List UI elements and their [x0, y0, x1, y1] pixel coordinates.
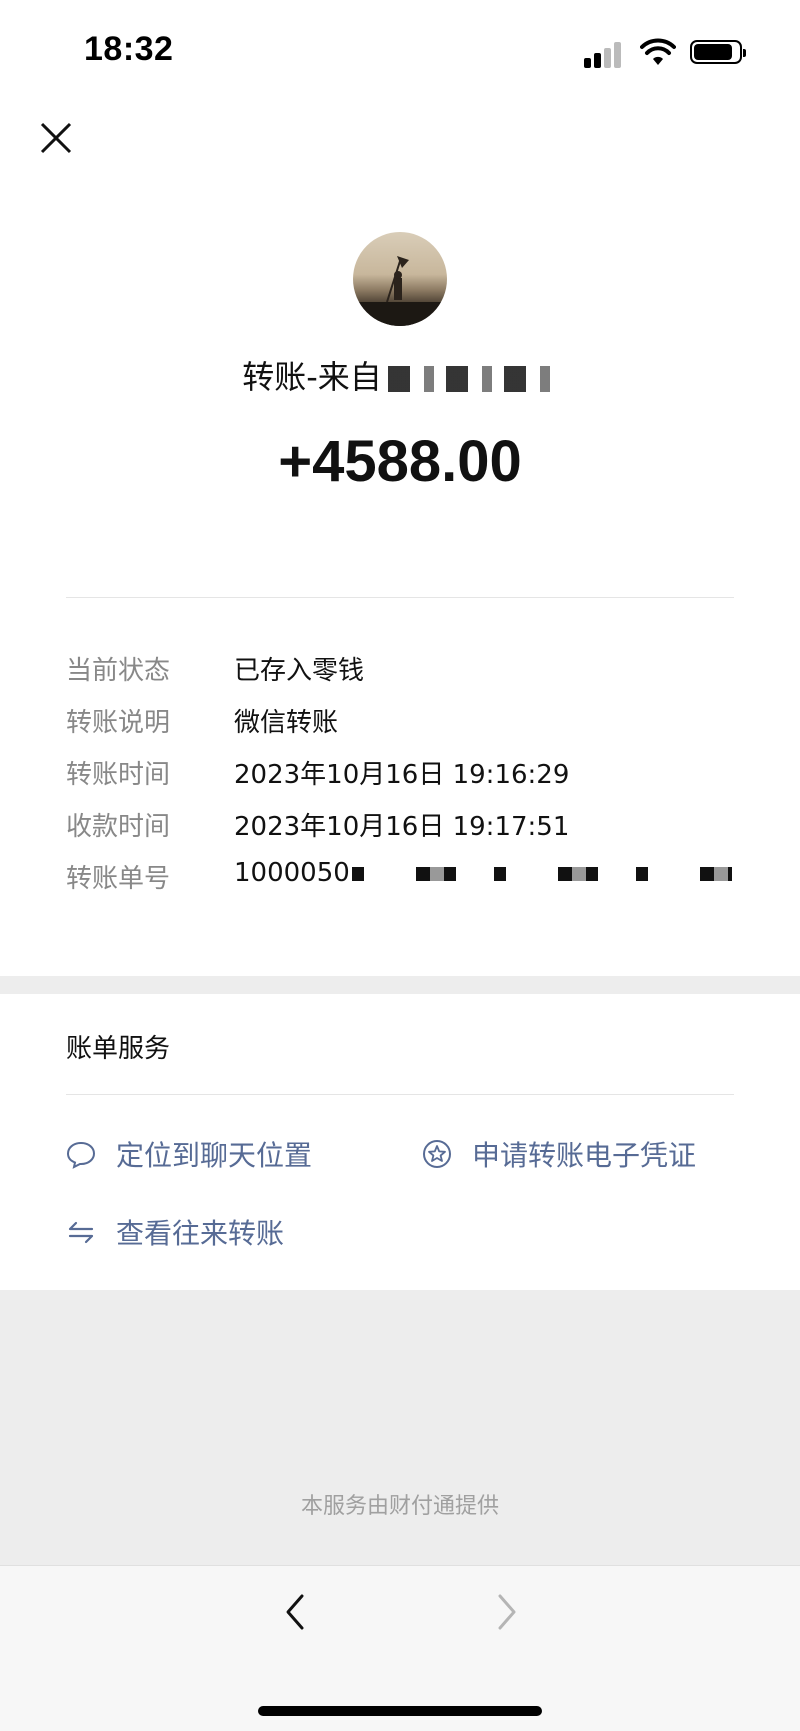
- signal-icon: [584, 40, 626, 68]
- status-time: 18:32: [84, 30, 174, 68]
- detail-label-transfer-id: 转账单号: [66, 864, 171, 894]
- view-transfers-label: 查看往来转账: [116, 1217, 285, 1250]
- avatar: [353, 232, 447, 326]
- back-arrow-icon[interactable]: [276, 1592, 316, 1632]
- bill-services-title: 账单服务: [66, 1034, 171, 1064]
- home-indicator: [258, 1706, 542, 1716]
- close-icon[interactable]: [38, 120, 74, 156]
- detail-label-note: 转账说明: [66, 708, 171, 738]
- transfer-amount: +4588.00: [278, 429, 522, 494]
- detail-value-status: 已存入零钱: [234, 656, 365, 686]
- apply-voucher-link[interactable]: 申请转账电子凭证: [422, 1134, 696, 1174]
- detail-value-note: 微信转账: [234, 708, 339, 738]
- transfer-id-text: 1000050: [234, 858, 350, 888]
- detail-label-receive-time: 收款时间: [66, 812, 171, 842]
- swap-arrows-icon: [68, 1221, 94, 1244]
- apply-voucher-label: 申请转账电子凭证: [472, 1139, 697, 1172]
- transfer-title: 转账-来自: [0, 352, 800, 398]
- detail-value-receive-time: 2023年10月16日 19:17:51: [234, 812, 570, 842]
- divider: [66, 1094, 734, 1095]
- wifi-icon: [640, 38, 676, 65]
- divider: [66, 597, 734, 598]
- transfer-title-text: 转账-来自: [242, 358, 382, 396]
- locate-chat-label: 定位到聊天位置: [116, 1139, 313, 1172]
- redacted-transfer-id: [351, 866, 732, 881]
- battery-icon: [690, 40, 746, 64]
- detail-value-transfer-time: 2023年10月16日 19:16:29: [234, 760, 570, 790]
- footer-note: 本服务由财付通提供: [300, 1494, 499, 1519]
- locate-chat-link[interactable]: 定位到聊天位置: [66, 1134, 312, 1174]
- detail-value-transfer-id: 1000050: [234, 858, 732, 888]
- forward-arrow-icon[interactable]: [486, 1592, 526, 1632]
- redacted-name: [387, 366, 558, 392]
- detail-label-transfer-time: 转账时间: [66, 760, 171, 790]
- chat-bubble-icon: [66, 1141, 96, 1169]
- footer-area: [0, 1290, 800, 1565]
- detail-label-status: 当前状态: [66, 656, 171, 686]
- view-transfers-link[interactable]: 查看往来转账: [66, 1212, 284, 1252]
- section-gap: [0, 976, 800, 994]
- star-badge-icon: [423, 1140, 451, 1168]
